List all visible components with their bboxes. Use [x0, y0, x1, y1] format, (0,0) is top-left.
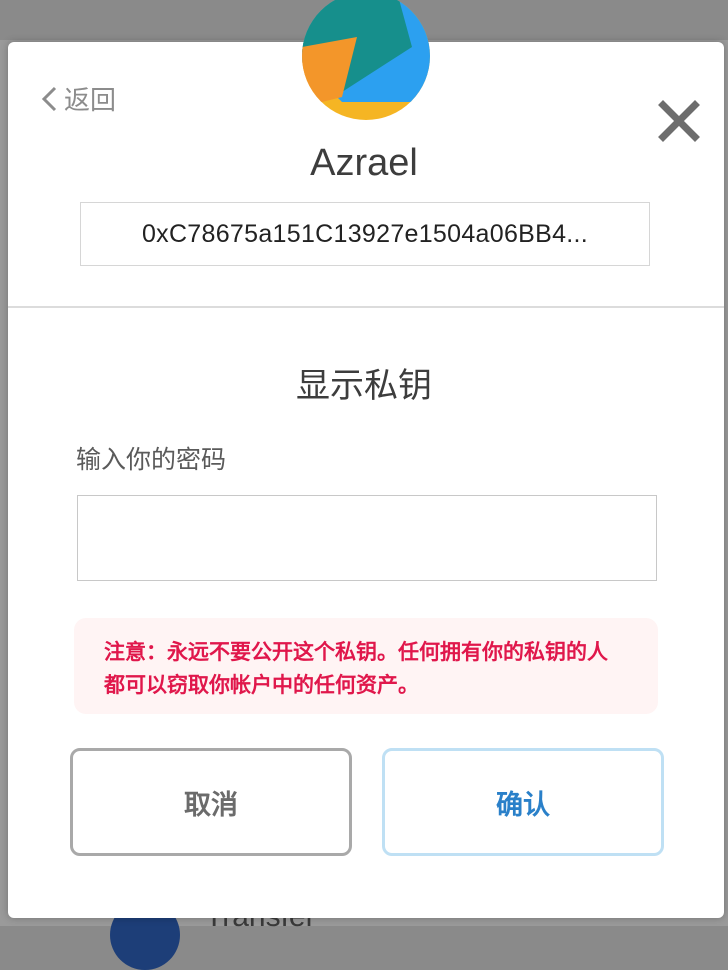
cancel-button[interactable]: 取消: [70, 748, 352, 856]
back-button[interactable]: 返回: [40, 80, 116, 117]
dialog-title: 显示私钥: [296, 366, 432, 406]
account-name: Azrael: [310, 142, 418, 184]
close-icon[interactable]: [658, 100, 700, 142]
confirm-button[interactable]: 确认: [382, 748, 664, 856]
password-label: 输入你的密码: [76, 445, 227, 474]
account-address[interactable]: 0xC78675a151C13927e1504a06BB4...: [80, 202, 650, 266]
password-input[interactable]: [77, 495, 657, 581]
chevron-left-icon: [40, 85, 58, 113]
divider: [8, 306, 724, 308]
warning-message: 注意：永远不要公开这个私钥。任何拥有你的私钥的人都可以窃取你帐户中的任何资产。: [74, 618, 658, 714]
back-label: 返回: [64, 86, 117, 116]
